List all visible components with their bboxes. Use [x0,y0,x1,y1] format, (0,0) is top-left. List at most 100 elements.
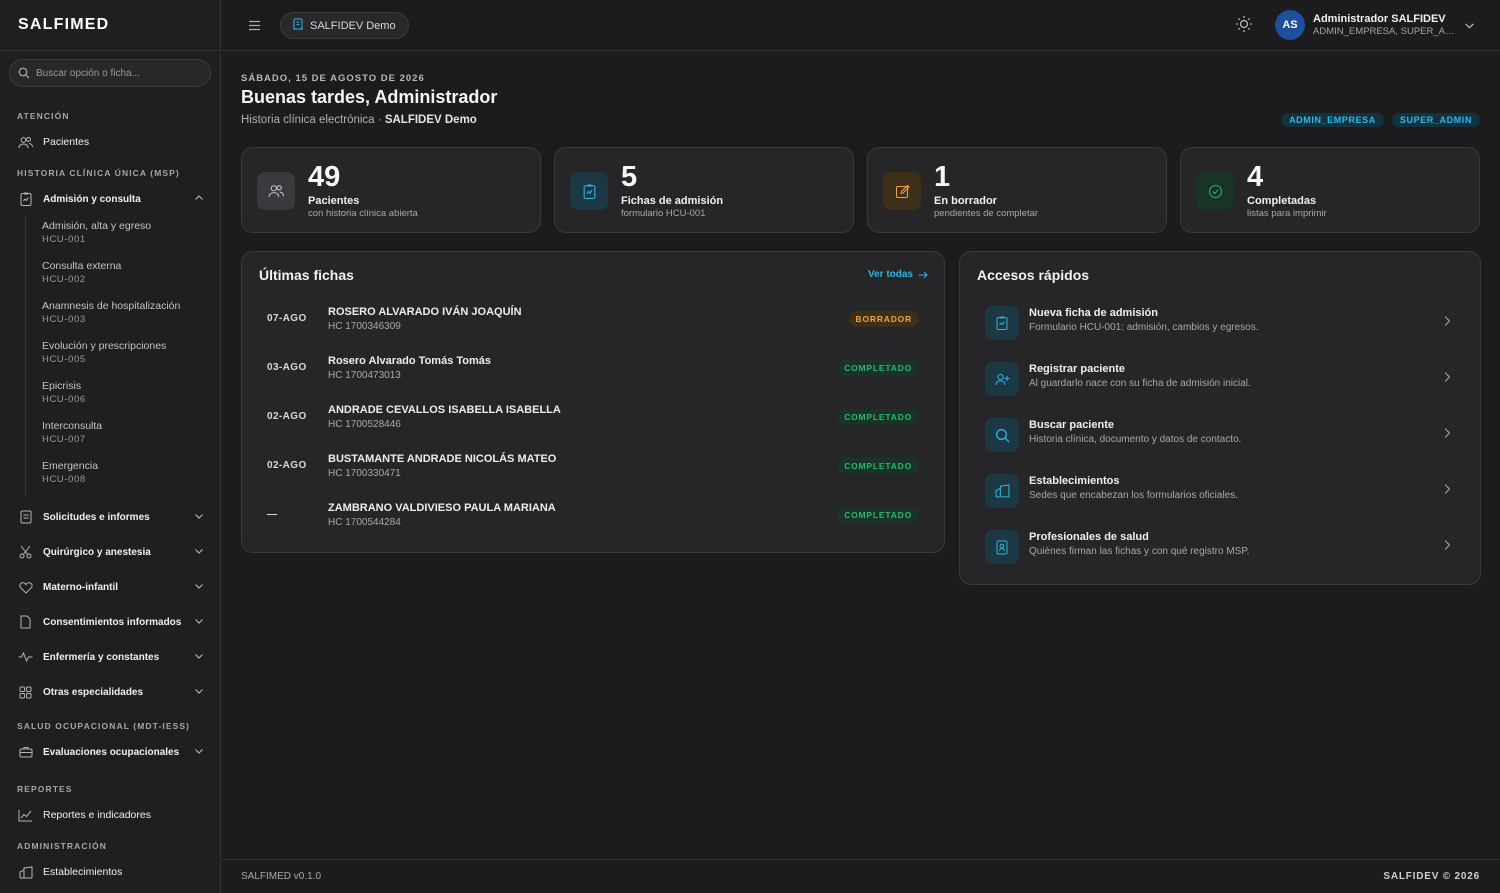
sidebar-subitem-hcu-005[interactable]: Evolución y prescripciones HCU-005 [42,336,220,376]
acceso-nueva-ficha[interactable]: Nueva ficha de admisión Formulario HCU-0… [977,301,1465,349]
chevron-right-icon [1443,426,1451,444]
sidebar-item-label: Reportes e indicadores [43,809,151,821]
sidebar-subitem-hcu-003[interactable]: Anamnesis de hospitalización HCU-003 [42,296,220,336]
user-menu[interactable]: Administrador SALFIDEV ADMIN_EMPRESA, SU… [1313,13,1458,37]
stat-sub: listas para imprimir [1247,208,1327,219]
sidebar-item-establecimientos[interactable]: Establecimientos [0,860,220,884]
acceso-sub: Sedes que encabezan los formularios ofic… [1029,490,1239,501]
sidebar-subitem-hcu-001[interactable]: Admisión, alta y egreso HCU-001 [42,216,220,256]
menu-icon[interactable] [248,18,261,36]
ficha-row[interactable]: 07-AGO ROSERO ALVARADO IVÁN JOAQUÍN HC 1… [242,301,944,350]
status-badge: COMPLETADO [837,458,919,474]
acceso-establecimientos[interactable]: Establecimientos Sedes que encabezan los… [977,469,1465,517]
stat-card-completadas[interactable]: 4 Completadas listas para imprimir [1180,147,1480,233]
subitem-title: Evolución y prescripciones [42,340,167,352]
ficha-hc: HC 1700544284 [328,517,401,528]
sidebar-group-materno[interactable]: Materno-infantil [0,575,220,599]
subitem-code: HCU-002 [42,274,86,285]
sidebar-item-reportes[interactable]: Reportes e indicadores [0,803,220,827]
sidebar-group-quirurgico[interactable]: Quirúrgico y anestesia [0,540,220,564]
status-badge: COMPLETADO [837,360,919,376]
theme-toggle-icon[interactable] [1235,15,1253,38]
sidebar-group-enfermeria[interactable]: Enfermería y constantes [0,645,220,669]
chevron-down-icon [194,746,204,759]
subitem-title: Emergencia [42,460,99,472]
subitem-title: Admisión, alta y egreso [42,220,152,232]
clipboard-icon [985,306,1019,340]
sidebar-group-solicitudes[interactable]: Solicitudes e informes [0,505,220,529]
acceso-title: Buscar paciente [1029,419,1114,431]
stat-value: 49 [308,161,341,193]
sidebar-group-evaluaciones[interactable]: Evaluaciones ocupacionales [0,740,220,764]
ficha-patient-name: Rosero Alvarado Tomás Tomás [328,355,492,367]
sidebar-subitem-hcu-002[interactable]: Consulta externa HCU-002 [42,256,220,296]
arrow-right-icon [918,271,928,278]
app-version: SALFIMED v0.1.0 [241,871,322,882]
building-icon [18,865,33,880]
check-circle-icon [1196,172,1234,210]
status-badge: BORRADOR [848,311,919,327]
acceso-sub: Al guardarlo nace con su ficha de admisi… [1029,378,1251,389]
search-icon [18,67,30,79]
ficha-date: 02-AGO [267,460,307,471]
chevron-down-icon [194,581,204,594]
stat-card-fichas[interactable]: 5 Fichas de admisión formulario HCU-001 [554,147,854,233]
stat-sub: pendientes de completar [934,208,1039,219]
sidebar-search-input[interactable] [36,67,206,79]
sidebar-group-consentimientos[interactable]: Consentimientos informados [0,610,220,634]
sidebar-group-admision[interactable]: Admisión y consulta [0,187,220,211]
scissors-icon [18,545,33,560]
sidebar-item-pacientes[interactable]: Pacientes [0,130,220,154]
section-atencion: ATENCIÓN [17,111,70,121]
ultimas-fichas-panel: Últimas fichas Ver todas 07-AGO ROSERO A… [241,251,945,553]
sidebar: SALFIMED ATENCIÓN Pacientes HISTORIA CLÍ… [0,0,221,893]
sidebar-group-otras[interactable]: Otras especialidades [0,680,220,704]
chevron-down-icon[interactable] [1464,18,1475,36]
sidebar-item-label: Otras especialidades [43,686,144,698]
topbar: SALFIDEV Demo AS Administrador SALFIDEV … [222,0,1500,51]
ficha-row[interactable]: 03-AGO Rosero Alvarado Tomás Tomás HC 17… [242,350,944,399]
sidebar-subitem-hcu-006[interactable]: Epicrisis HCU-006 [42,376,220,416]
stat-sub: formulario HCU-001 [621,208,706,219]
building-icon [985,474,1019,508]
page-subtitle: Historia clínica electrónica · SALFIDEV … [241,114,477,126]
link-label: Ver todas [867,269,913,280]
users-icon [257,172,295,210]
user-plus-icon [985,362,1019,396]
sidebar-search[interactable] [9,59,211,87]
ficha-row[interactable]: — ZAMBRANO VALDIVIESO PAULA MARIANA HC 1… [242,497,944,546]
grid-icon [18,685,33,700]
user-roles: ADMIN_EMPRESA, SUPER_ADMIN [1313,26,1458,37]
subtitle-prefix: Historia clínica electrónica · [241,114,385,126]
stat-sub: con historia clínica abierta [308,208,418,219]
sidebar-item-label: Enfermería y constantes [43,651,160,663]
avatar[interactable]: AS [1275,10,1305,40]
acceso-buscar-paciente[interactable]: Buscar paciente Historia clínica, docume… [977,413,1465,461]
sidebar-item-label: Establecimientos [43,866,123,878]
chevron-down-icon [194,511,204,524]
acceso-profesionales[interactable]: Profesionales de salud Quiénes firman la… [977,525,1465,573]
file-icon [18,615,33,630]
ver-todas-link[interactable]: Ver todas [868,269,928,280]
ficha-date: 07-AGO [267,313,307,324]
ficha-row[interactable]: 02-AGO BUSTAMANTE ANDRADE NICOLÁS MATEO … [242,448,944,497]
users-icon [18,135,33,150]
stat-label: Fichas de admisión [621,195,724,207]
sidebar-subitem-hcu-008[interactable]: Emergencia HCU-008 [42,456,220,496]
ficha-patient-name: ROSERO ALVARADO IVÁN JOAQUÍN [328,306,522,318]
clipboard-icon [18,192,33,207]
tenant-selector[interactable]: SALFIDEV Demo [280,12,409,39]
admision-submenu: Admisión, alta y egreso HCU-001 Consulta … [25,216,220,496]
chevron-down-icon [194,546,204,559]
clipboard-icon [570,172,608,210]
acceso-registrar-paciente[interactable]: Registrar paciente Al guardarlo nace con… [977,357,1465,405]
stat-card-borrador[interactable]: 1 En borrador pendientes de completar [867,147,1167,233]
ficha-row[interactable]: 02-AGO ANDRADE CEVALLOS ISABELLA ISABELL… [242,399,944,448]
brand-logo[interactable]: SALFIMED [0,0,220,51]
subitem-code: HCU-005 [42,354,86,365]
sidebar-subitem-hcu-007[interactable]: Interconsulta HCU-007 [42,416,220,456]
stat-label: Completadas [1247,195,1317,207]
search-icon [985,418,1019,452]
stat-card-pacientes[interactable]: 49 Pacientes con historia clínica abiert… [241,147,541,233]
ficha-hc: HC 1700346309 [328,321,401,332]
